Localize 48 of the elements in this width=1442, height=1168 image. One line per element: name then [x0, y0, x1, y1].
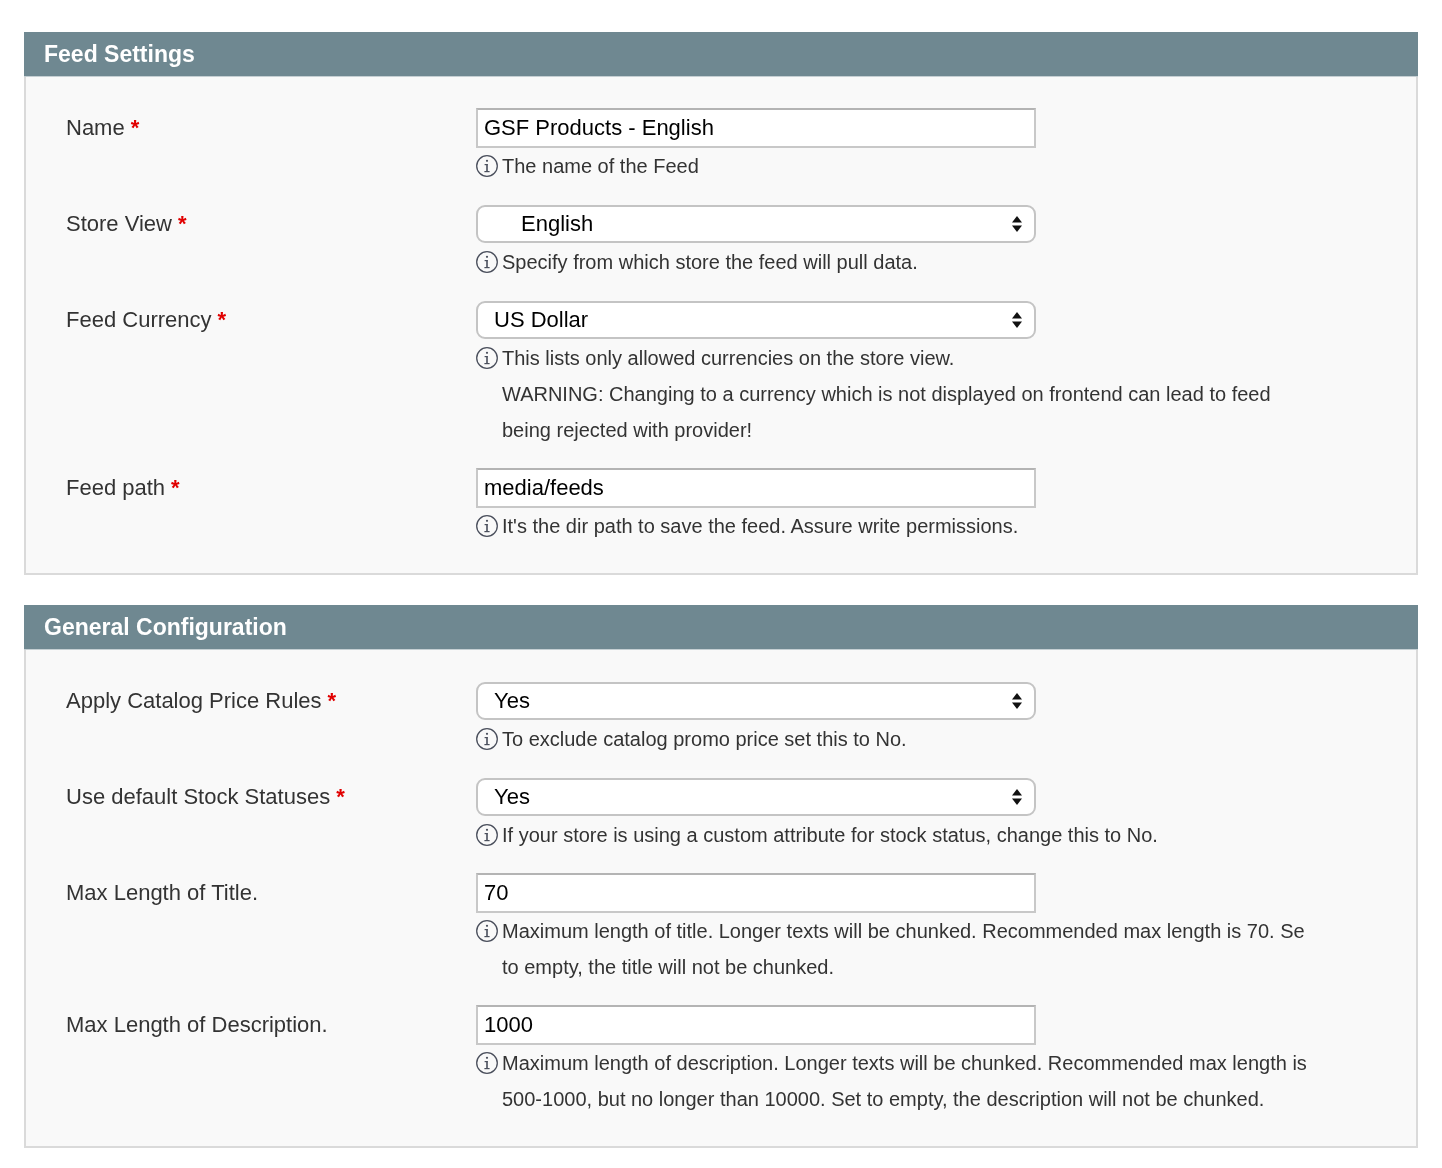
- info-icon: [476, 824, 498, 846]
- hint-text: Maximum length of title. Longer texts will be chunked. Recommended max length is 70. Se: [502, 919, 1305, 943]
- info-icon: [476, 251, 498, 273]
- text-input[interactable]: GSF Products - English: [476, 108, 1036, 148]
- select-field[interactable]: US Dollar: [476, 301, 1036, 339]
- info-icon: [476, 1052, 498, 1074]
- hint-text: The name of the Feed: [502, 154, 699, 178]
- field-label: Max Length of Description.: [66, 1012, 328, 1037]
- select-field[interactable]: Yes: [476, 682, 1036, 720]
- section-header: Feed Settings: [24, 32, 1418, 77]
- updown-arrows-icon: [1012, 312, 1022, 328]
- field-label: Max Length of Title.: [66, 880, 258, 905]
- hint-text: being rejected with provider!: [502, 418, 753, 442]
- required-mark: *: [178, 211, 187, 236]
- updown-arrows-icon: [1012, 693, 1022, 709]
- field-label: Use default Stock Statuses: [66, 784, 331, 809]
- info-icon: [476, 920, 498, 942]
- text-input[interactable]: 1000: [476, 1005, 1036, 1045]
- field-label: Feed path: [66, 475, 166, 500]
- required-mark: *: [336, 784, 345, 809]
- updown-arrows-icon: [1012, 216, 1022, 232]
- info-icon: [476, 728, 498, 750]
- text-input[interactable]: media/feeds: [476, 468, 1036, 508]
- field-label: Apply Catalog Price Rules: [66, 688, 322, 713]
- hint-text: It's the dir path to save the feed. Assure write permissions.: [502, 514, 1019, 538]
- field-label: Name: [66, 115, 125, 140]
- hint-text: Specify from which store the feed will pull data.: [502, 250, 918, 274]
- info-icon: [476, 515, 498, 537]
- select-field[interactable]: English: [476, 205, 1036, 243]
- info-icon: [476, 155, 498, 177]
- required-mark: *: [217, 307, 227, 332]
- hint-text: 500-1000, but no longer than 10000. Set to empty, the description will not be chunked.: [502, 1087, 1265, 1111]
- hint-text: WARNING: Changing to a currency which is not displayed on frontend can lead to feed: [502, 382, 1271, 406]
- field-label: Feed Currency: [66, 307, 212, 332]
- hint-text: To exclude catalog promo price set this to No.: [502, 727, 907, 751]
- required-mark: *: [171, 475, 180, 500]
- info-icon: [476, 347, 498, 369]
- hint-text: Maximum length of description. Longer texts will be chunked. Recommended max length is: [502, 1051, 1307, 1075]
- text-input[interactable]: 70: [476, 873, 1036, 913]
- required-mark: *: [327, 688, 337, 713]
- hint-text: to empty, the title will not be chunked.: [502, 955, 835, 979]
- hint-text: This lists only allowed currencies on the store view.: [502, 346, 955, 370]
- section-header: General Configuration: [24, 605, 1418, 650]
- updown-arrows-icon: [1012, 789, 1022, 805]
- select-field[interactable]: Yes: [476, 778, 1036, 816]
- hint-text: If your store is using a custom attribute for stock status, change this to No.: [502, 823, 1158, 847]
- required-mark: *: [130, 115, 140, 140]
- field-label: Store View: [66, 211, 172, 236]
